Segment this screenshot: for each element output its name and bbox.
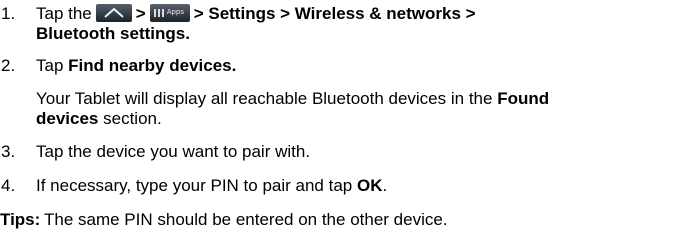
note-bold-text: devices [36, 109, 99, 128]
step-text: Tap the device you want to pair with. [36, 142, 311, 161]
step-note: Your Tablet will display all reachable B… [36, 89, 691, 129]
settings-path: > Settings > Wireless & networks > [193, 4, 476, 23]
step-number: 4. [1, 176, 16, 195]
step-body: Tap Find nearby devices. [36, 56, 691, 76]
path-separator: > [135, 4, 146, 23]
note-bold-text: Found [497, 89, 550, 108]
step-text: Tap the [36, 4, 92, 23]
step-bold-text: OK [356, 176, 383, 195]
tips-label: Tips: [0, 210, 41, 229]
step-body: Tap the > Apps > Settings > Wireless & netw… [36, 4, 691, 44]
tips-text: The same PIN should be entered on the ot… [44, 210, 448, 229]
step-text-end: . [382, 176, 388, 195]
step-body: Tap the device you want to pair with. [36, 142, 691, 162]
apps-icon: Apps [149, 4, 190, 22]
home-icon [95, 4, 132, 22]
step-bold-text: Find nearby devices. [68, 56, 237, 75]
step-body: If necessary, type your PIN to pair and … [36, 176, 691, 196]
step-text: Tap [36, 56, 64, 75]
note-text: section. [103, 109, 162, 128]
step-number: 1. [1, 4, 16, 23]
step-number: 3. [1, 142, 16, 161]
step-text: If necessary, type your PIN to pair and … [36, 176, 353, 195]
step-number: 2. [1, 56, 16, 75]
note-text: Your Tablet will display all reachable B… [36, 89, 493, 108]
settings-path-end: Bluetooth settings. [36, 24, 190, 43]
apps-icon-label: Apps [166, 8, 185, 16]
